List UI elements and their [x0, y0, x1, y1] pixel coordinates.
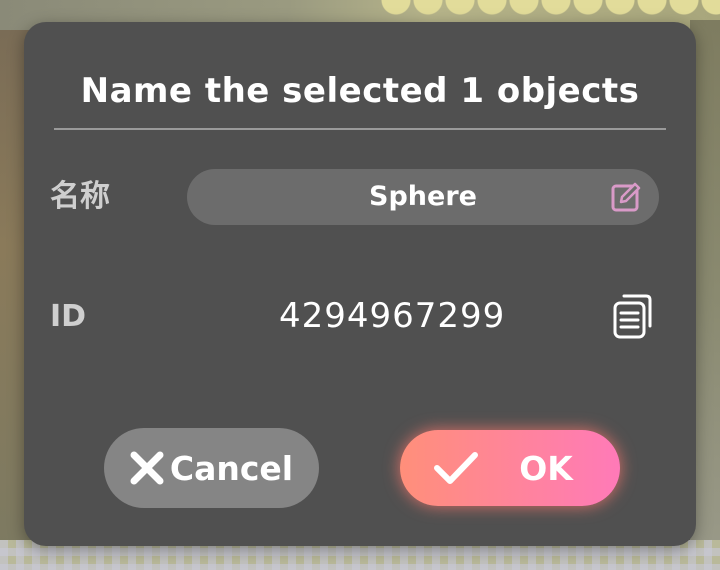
- copy-icon[interactable]: [612, 292, 654, 340]
- rename-dialog: Name the selected 1 objects 名称 Sphere ID…: [24, 22, 696, 546]
- ok-label: OK: [519, 448, 573, 488]
- cancel-button[interactable]: Cancel: [104, 428, 319, 508]
- cancel-label: Cancel: [169, 448, 294, 488]
- dialog-title: Name the selected 1 objects: [80, 71, 640, 111]
- edit-icon[interactable]: [611, 182, 641, 212]
- name-label: 名称: [50, 179, 110, 214]
- id-label: ID: [50, 299, 87, 334]
- name-input[interactable]: Sphere: [187, 169, 659, 225]
- close-icon: [130, 451, 164, 485]
- ok-button[interactable]: OK: [400, 430, 620, 506]
- title-divider: [54, 128, 666, 130]
- name-value[interactable]: Sphere: [187, 169, 659, 225]
- checkmark-icon: [433, 450, 479, 486]
- id-value: 4294967299: [279, 296, 506, 336]
